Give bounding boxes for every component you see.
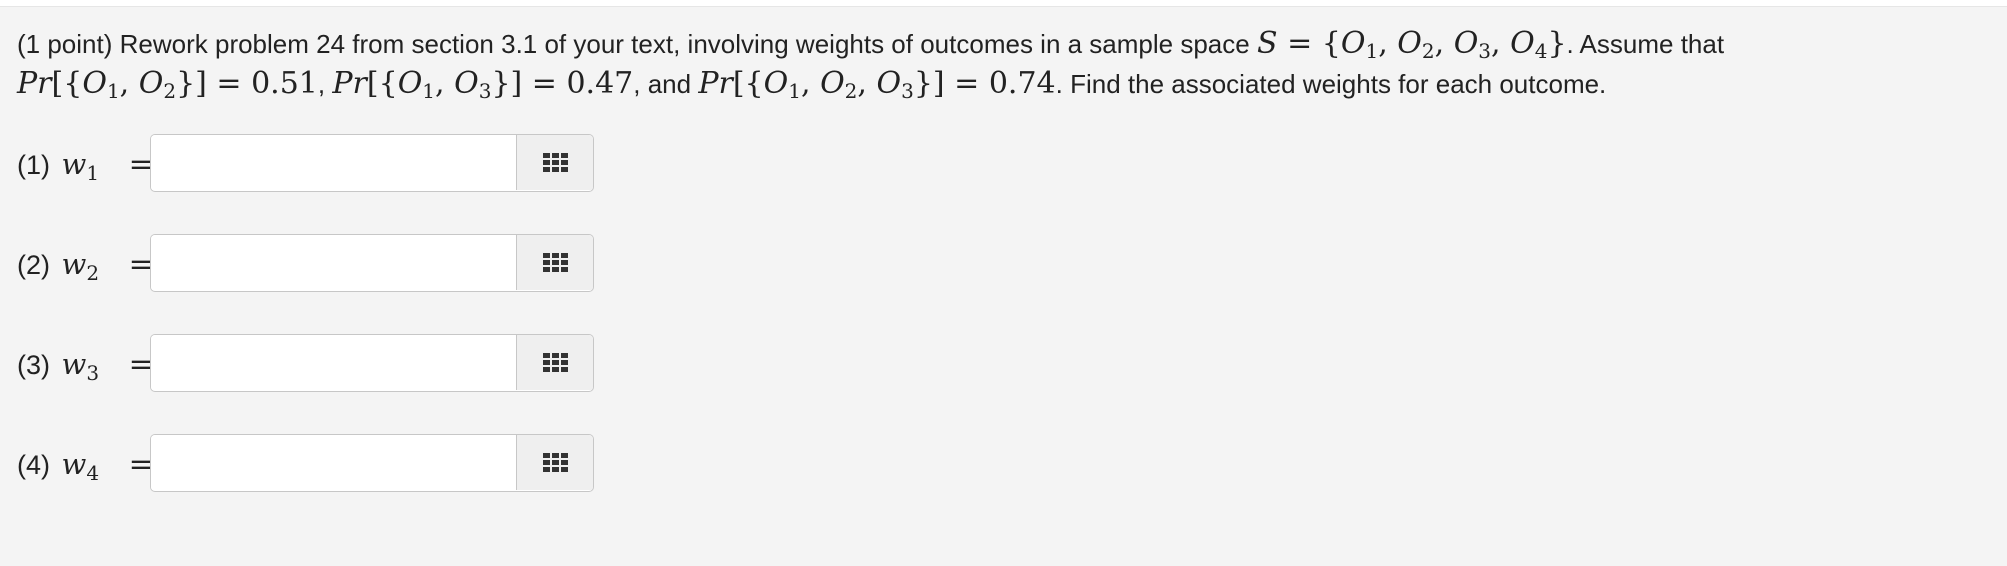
probability-3-suffix: .: [1055, 69, 1063, 99]
answer-input-w3[interactable]: [151, 335, 517, 390]
answer-row-4: (4) w4 =: [17, 434, 717, 494]
answer-row-2: (2) w2 =: [17, 234, 717, 294]
problem-statement: (1 point) Rework problem 24 from section…: [17, 24, 1992, 104]
probability-1: Pr[{O1, O2}] = 0.51: [17, 66, 318, 103]
answer-row-3: (3) w3 =: [17, 334, 717, 394]
equation-picker-button-1[interactable]: [516, 135, 593, 190]
equation-picker-button-4[interactable]: [516, 435, 593, 490]
answer-input-group-4: [150, 434, 594, 492]
answer-label-1: (1) w1 =: [17, 147, 154, 185]
weight-variable-3: w3: [61, 347, 100, 385]
answer-input-w2[interactable]: [151, 235, 517, 290]
answer-input-group-3: [150, 334, 594, 392]
weight-variable-4: w4: [61, 447, 100, 485]
answer-input-group-2: [150, 234, 594, 292]
answer-input-w4[interactable]: [151, 435, 517, 490]
grid-icon: [542, 153, 568, 172]
weight-variable-1: w1: [61, 147, 100, 185]
problem-points: (1 point): [17, 29, 113, 59]
probability-2-suffix: , and: [633, 69, 692, 99]
sample-space-expression: S = {O1, O2, O3, O4}: [1256, 26, 1567, 63]
probability-1-suffix: ,: [317, 69, 326, 99]
answer-input-w1[interactable]: [151, 135, 517, 190]
probability-3: Pr[{O1, O2, O3}] = 0.74: [698, 66, 1056, 103]
answer-label-3: (3) w3 =: [17, 347, 154, 385]
answer-label-2: (2) w2 =: [17, 247, 154, 285]
grid-icon: [542, 453, 568, 472]
answer-input-group-1: [150, 134, 594, 192]
equation-picker-button-2[interactable]: [516, 235, 593, 290]
weight-variable-2: w2: [61, 247, 100, 285]
grid-icon: [542, 253, 568, 272]
problem-text-intro: Rework problem 24 from section 3.1 of yo…: [119, 29, 1250, 59]
problem-text-assume: . Assume that: [1566, 29, 1725, 59]
answer-row-1: (1) w1 =: [17, 134, 717, 194]
grid-icon: [542, 353, 568, 372]
top-divider: [0, 0, 2007, 7]
problem-text-task: Find the associated weights for each out…: [1070, 69, 1607, 99]
probability-2: Pr[{O1, O3}] = 0.47: [332, 66, 634, 103]
equation-picker-button-3[interactable]: [516, 335, 593, 390]
answer-label-4: (4) w4 =: [17, 447, 154, 485]
